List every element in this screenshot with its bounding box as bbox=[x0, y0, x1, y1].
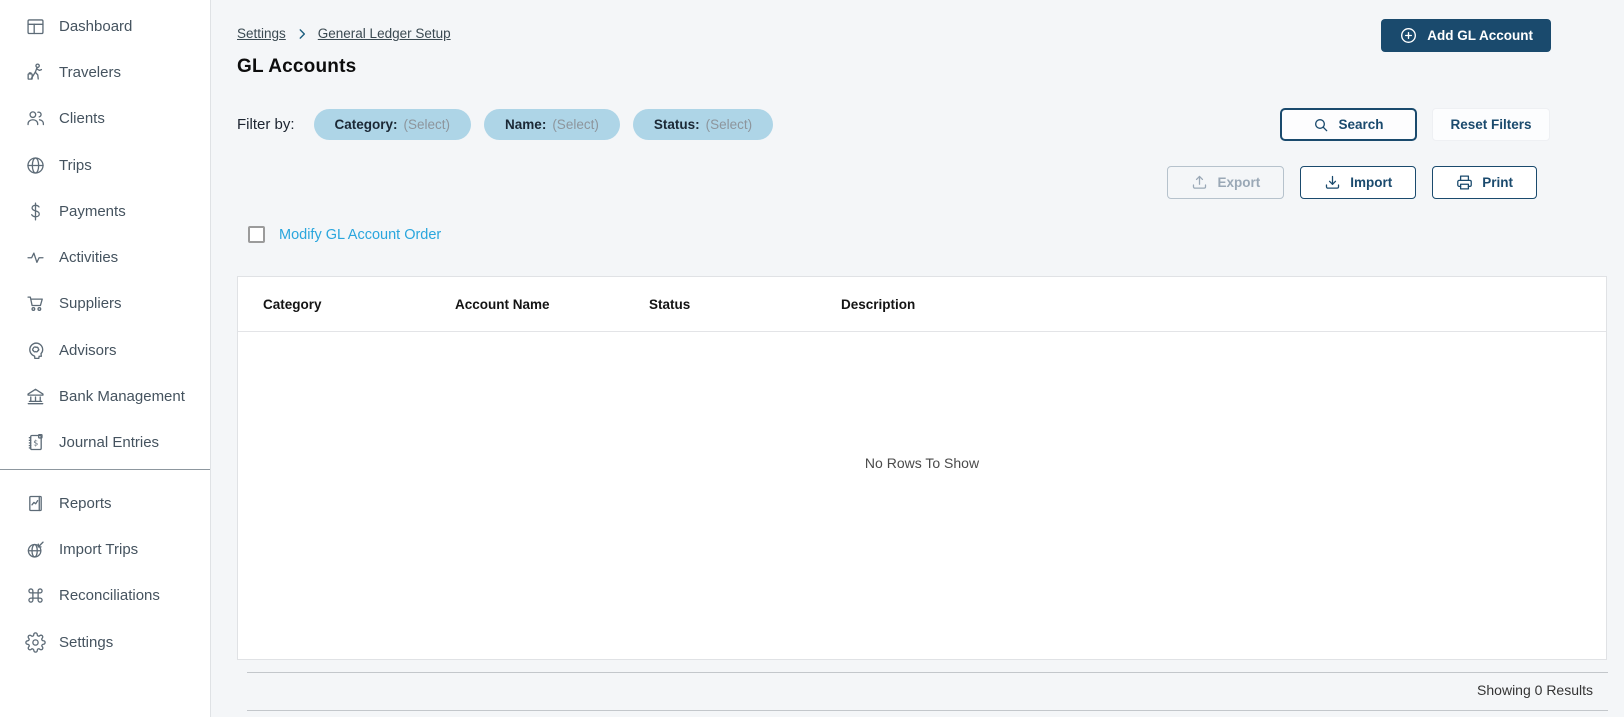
sidebar-item-label: Advisors bbox=[59, 341, 117, 359]
sidebar-item-label: Travelers bbox=[59, 63, 121, 81]
sidebar-item-label: Bank Management bbox=[59, 388, 185, 406]
filter-pill-name: Name: bbox=[505, 116, 547, 132]
sidebar-item-label: Suppliers bbox=[59, 295, 122, 313]
command-icon bbox=[28, 588, 43, 603]
filter-pill-name: Category: bbox=[334, 116, 398, 132]
table-actions: Export Import Print bbox=[1167, 166, 1537, 199]
footer-divider-top bbox=[247, 672, 1608, 673]
sidebar-item-trips[interactable]: Trips bbox=[0, 142, 210, 188]
sidebar-item-label: Reconciliations bbox=[59, 587, 160, 605]
sidebar-item-import-trips[interactable]: Import Trips bbox=[0, 526, 210, 572]
sidebar-item-settings[interactable]: Settings bbox=[0, 619, 210, 665]
column-header-status[interactable]: Status bbox=[649, 297, 841, 312]
sidebar-item-label: Trips bbox=[59, 156, 92, 174]
main-content: Settings General Ledger Setup GL Account… bbox=[211, 0, 1624, 717]
import-button-label: Import bbox=[1350, 175, 1393, 190]
page-title: GL Accounts bbox=[237, 56, 357, 77]
download-icon bbox=[1326, 175, 1340, 189]
sidebar-item-suppliers[interactable]: Suppliers bbox=[0, 281, 210, 327]
import-globe-icon bbox=[27, 541, 44, 558]
breadcrumb-link-general-ledger-setup[interactable]: General Ledger Setup bbox=[318, 26, 451, 41]
export-button[interactable]: Export bbox=[1167, 166, 1285, 199]
filter-by-label: Filter by: bbox=[237, 115, 295, 133]
filter-pill-value: (Select) bbox=[552, 116, 599, 132]
sidebar-item-dashboard[interactable]: Dashboard bbox=[0, 3, 210, 49]
filter-pill-value: (Select) bbox=[705, 116, 753, 132]
column-header-account-name[interactable]: Account Name bbox=[455, 297, 649, 312]
sidebar-item-label: Settings bbox=[59, 633, 114, 651]
cart-icon bbox=[27, 296, 43, 312]
bank-icon bbox=[27, 388, 44, 405]
reset-filters-button[interactable]: Reset Filters bbox=[1432, 108, 1550, 141]
sidebar-item-label: Import Trips bbox=[59, 540, 139, 558]
globe-icon bbox=[27, 156, 44, 174]
breadcrumb: Settings General Ledger Setup bbox=[237, 26, 451, 41]
results-summary: Showing 0 Results bbox=[1477, 682, 1593, 698]
sidebar-item-travelers[interactable]: Travelers bbox=[0, 49, 210, 95]
print-button[interactable]: Print bbox=[1432, 166, 1537, 199]
sidebar-item-label: Dashboard bbox=[59, 17, 133, 35]
dollar-icon bbox=[31, 202, 40, 221]
filter-pill-value: (Select) bbox=[403, 116, 451, 132]
sidebar-item-label: Payments bbox=[59, 202, 126, 220]
sidebar-item-advisors[interactable]: Advisors bbox=[0, 327, 210, 373]
dashboard-icon bbox=[27, 18, 44, 34]
traveler-icon bbox=[27, 63, 43, 80]
sidebar-divider bbox=[0, 468, 210, 470]
export-button-label: Export bbox=[1217, 175, 1261, 190]
advisor-icon bbox=[29, 342, 44, 359]
add-gl-account-button[interactable]: Add GL Account bbox=[1381, 19, 1551, 52]
gl-accounts-table: Category Account Name Status Description… bbox=[237, 276, 1607, 660]
sidebar-item-activities[interactable]: Activities bbox=[0, 234, 210, 280]
import-button[interactable]: Import bbox=[1300, 166, 1417, 199]
filter-bar: Filter by: Category: (Select) Name: (Sel… bbox=[237, 108, 774, 140]
sidebar-item-label: Reports bbox=[59, 494, 112, 512]
report-icon bbox=[29, 495, 42, 511]
filter-pill-name[interactable]: Name: (Select) bbox=[484, 108, 620, 140]
sidebar-item-label: Activities bbox=[59, 249, 119, 267]
printer-icon bbox=[1457, 175, 1473, 190]
table-header-row: Category Account Name Status Description bbox=[238, 277, 1606, 332]
plus-circle-icon bbox=[1401, 28, 1417, 43]
print-button-label: Print bbox=[1482, 175, 1513, 190]
sidebar-item-bank-management[interactable]: Bank Management bbox=[0, 373, 210, 419]
column-header-description[interactable]: Description bbox=[841, 297, 1606, 312]
table-body: No Rows To Show bbox=[238, 332, 1606, 660]
footer-divider-bottom bbox=[247, 710, 1608, 711]
gear-icon bbox=[25, 631, 46, 653]
sidebar-item-journal-entries[interactable]: $ Journal Entries bbox=[0, 420, 210, 466]
filter-pill-category[interactable]: Category: (Select) bbox=[313, 108, 472, 140]
pulse-icon bbox=[27, 252, 44, 264]
chevron-right-icon bbox=[295, 27, 309, 41]
people-icon bbox=[27, 111, 45, 126]
sidebar-item-label: Clients bbox=[59, 110, 105, 128]
add-gl-account-label: Add GL Account bbox=[1427, 28, 1533, 43]
sidebar-item-clients[interactable]: Clients bbox=[0, 96, 210, 142]
column-header-category[interactable]: Category bbox=[263, 297, 455, 312]
empty-rows-message: No Rows To Show bbox=[864, 455, 980, 471]
breadcrumb-link-settings[interactable]: Settings bbox=[237, 26, 286, 41]
search-icon bbox=[1315, 118, 1328, 131]
sidebar-item-label: Journal Entries bbox=[59, 434, 160, 452]
filter-pill-name: Status: bbox=[653, 116, 700, 132]
journal-icon: $ bbox=[28, 434, 43, 451]
sidebar-item-reports[interactable]: Reports bbox=[0, 480, 210, 526]
modify-order-toggle[interactable]: Modify GL Account Order bbox=[248, 226, 441, 243]
sidebar-item-reconciliations[interactable]: Reconciliations bbox=[0, 573, 210, 619]
sidebar: Dashboard Travelers Clients Trips Paymen… bbox=[0, 0, 211, 717]
modify-order-checkbox[interactable] bbox=[248, 226, 265, 243]
search-button[interactable]: Search bbox=[1280, 108, 1417, 141]
modify-order-label: Modify GL Account Order bbox=[279, 226, 442, 243]
search-button-label: Search bbox=[1338, 117, 1384, 132]
svg-text:$: $ bbox=[33, 439, 38, 448]
upload-icon bbox=[1193, 175, 1207, 189]
sidebar-item-payments[interactable]: Payments bbox=[0, 188, 210, 234]
filter-pill-status[interactable]: Status: (Select) bbox=[632, 108, 774, 140]
